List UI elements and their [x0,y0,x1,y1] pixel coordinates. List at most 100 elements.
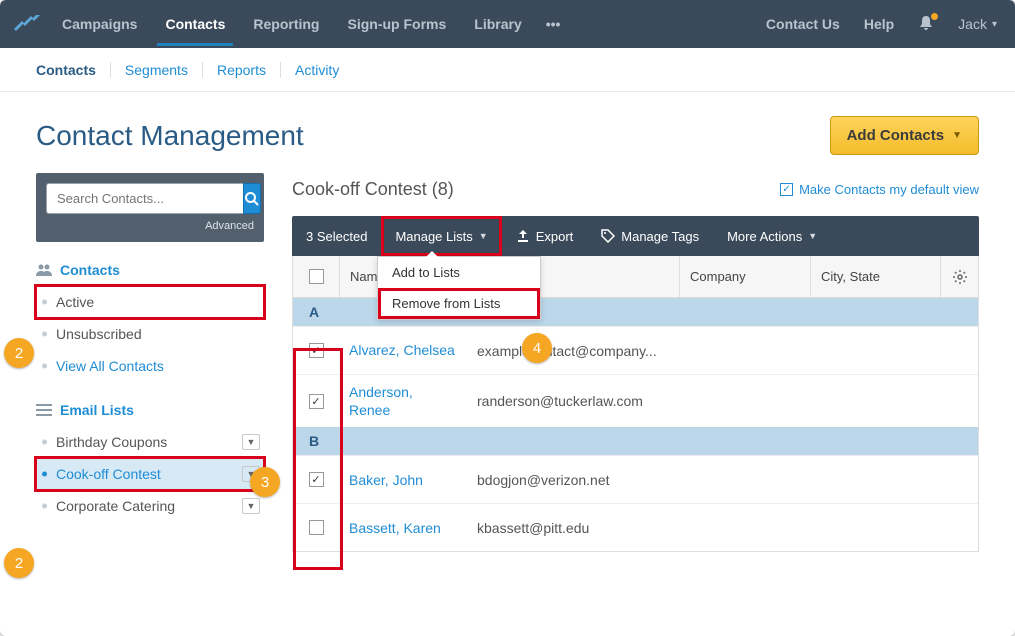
list-title: Cook-off Contest (8) [292,179,454,200]
search-button[interactable] [243,183,261,214]
callout-3: 3 [250,467,280,497]
export-button[interactable]: Export [502,216,588,256]
search-input[interactable] [46,183,243,214]
user-menu[interactable]: Jack ▾ [948,2,1007,46]
caret-down-icon: ▼ [808,231,817,241]
row-checkbox[interactable] [309,343,324,358]
chevron-down-icon: ▾ [992,19,997,30]
notifications-icon[interactable] [908,15,944,34]
table-row: Anderson, Renee randerson@tuckerlaw.com [293,374,978,427]
default-view-label: Make Contacts my default view [799,182,979,197]
subnav-contacts[interactable]: Contacts [36,62,110,78]
contact-email: randerson@tuckerlaw.com [467,393,679,409]
add-contacts-label: Add Contacts [847,127,945,144]
dropdown-add-to-lists[interactable]: Add to Lists [378,257,540,288]
nav-reporting[interactable]: Reporting [239,2,333,46]
main-panel: Cook-off Contest (8) ✓ Make Contacts my … [292,173,979,552]
caret-down-icon: ▼ [952,130,962,141]
sidebar-item-label: View All Contacts [56,358,164,374]
tag-icon [601,229,615,243]
checkbox-icon: ✓ [780,183,793,196]
caret-down-icon[interactable]: ▼ [242,434,260,450]
sidebar-email-lists-label: Email Lists [60,402,134,418]
topnav: Campaigns Contacts Reporting Sign-up For… [48,2,570,46]
contact-name-link[interactable]: Anderson, Renee [339,375,467,427]
sidebar-item-label: Unsubscribed [56,326,142,342]
select-all-checkbox[interactable] [309,269,324,284]
sidebar-item-label: Corporate Catering [56,498,175,514]
manage-lists-label: Manage Lists [395,229,472,244]
table-row: Baker, John bdogjon@verizon.net [293,455,978,503]
nav-help[interactable]: Help [854,2,904,46]
sidebar-section-email-lists[interactable]: Email Lists [36,402,264,418]
search-panel: Advanced [36,173,264,242]
table-row: Alvarez, Chelsea examplecontact@company.… [293,326,978,374]
people-icon [36,264,52,276]
sidebar-item-view-all[interactable]: View All Contacts [36,350,264,382]
manage-tags-label: Manage Tags [621,229,699,244]
contact-name-link[interactable]: Bassett, Karen [339,511,467,545]
sidebar-item-unsubscribed[interactable]: Unsubscribed [36,318,264,350]
subnav-activity[interactable]: Activity [280,62,353,78]
contact-email: examplecontact@company... [467,343,679,359]
sidebar-item-label: Active [56,294,94,310]
subnav-segments[interactable]: Segments [110,62,202,78]
callout-2b: 2 [4,548,34,578]
nav-campaigns[interactable]: Campaigns [48,2,151,46]
topbar: Campaigns Contacts Reporting Sign-up For… [0,0,1015,48]
sidebar-section-contacts[interactable]: Contacts [36,262,264,278]
nav-contacts[interactable]: Contacts [151,2,239,46]
callout-4: 4 [522,333,552,363]
add-contacts-button[interactable]: Add Contacts ▼ [830,116,979,155]
caret-down-icon: ▼ [479,231,488,241]
table-row: Bassett, Karen kbassett@pitt.edu [293,503,978,551]
sidebar-list-catering[interactable]: Corporate Catering ▼ [36,490,264,522]
app-window: Campaigns Contacts Reporting Sign-up For… [0,0,1015,636]
export-label: Export [536,229,574,244]
sidebar-list-birthday[interactable]: Birthday Coupons ▼ [36,426,264,458]
sidebar-list-cookoff[interactable]: Cook-off Contest▼ [36,458,264,490]
list-header: Cook-off Contest (8) ✓ Make Contacts my … [292,173,979,216]
subnav: Contacts Segments Reports Activity [0,48,1015,92]
nav-signup-forms[interactable]: Sign-up Forms [333,2,460,46]
advanced-search-link[interactable]: Advanced [46,220,254,232]
contact-email: kbassett@pitt.edu [467,520,679,536]
export-icon [516,229,530,243]
sidebar-item-active[interactable]: Active [36,286,264,318]
col-company[interactable]: Company [679,256,810,297]
topbar-right: Contact Us Help Jack ▾ [756,2,1007,46]
subnav-reports[interactable]: Reports [202,62,280,78]
contact-email: bdogjon@verizon.net [467,472,679,488]
page-header: Contact Management Add Contacts ▼ [0,92,1015,173]
row-checkbox[interactable] [309,394,324,409]
selected-count: 3 Selected [292,229,381,244]
more-actions-label: More Actions [727,229,802,244]
sidebar-contacts-label: Contacts [60,262,120,278]
nav-contact-us[interactable]: Contact Us [756,2,850,46]
caret-down-icon[interactable]: ▼ [242,498,260,514]
more-actions-button[interactable]: More Actions ▼ [713,216,831,256]
nav-more-icon[interactable]: ••• [536,2,571,46]
dropdown-remove-from-lists[interactable]: Remove from Lists [378,288,540,319]
group-b: B [293,427,978,455]
default-view-toggle[interactable]: ✓ Make Contacts my default view [780,182,979,197]
row-checkbox[interactable] [309,520,324,535]
callout-2a: 2 [4,338,34,368]
sidebar-item-label: Birthday Coupons [56,434,167,450]
contact-name-link[interactable]: Alvarez, Chelsea [339,333,467,367]
contact-name-link[interactable]: Baker, John [339,463,467,497]
list-icon [36,404,52,416]
col-city[interactable]: City, State [810,256,940,297]
manage-lists-button[interactable]: Manage Lists ▼ [381,216,501,256]
row-checkbox[interactable] [309,472,324,487]
action-toolbar: 3 Selected Manage Lists ▼ Export Manage … [292,216,979,256]
page-title: Contact Management [36,120,304,152]
manage-lists-dropdown: Add to Lists Remove from Lists [377,256,541,320]
nav-library[interactable]: Library [460,2,535,46]
sidebar: Advanced Contacts Active Unsubscribed Vi… [36,173,264,552]
body: Advanced Contacts Active Unsubscribed Vi… [0,173,1015,552]
sidebar-item-label: Cook-off Contest [56,466,161,482]
manage-tags-button[interactable]: Manage Tags [587,216,713,256]
table-settings-icon[interactable] [940,256,978,297]
logo-icon[interactable] [8,15,48,33]
